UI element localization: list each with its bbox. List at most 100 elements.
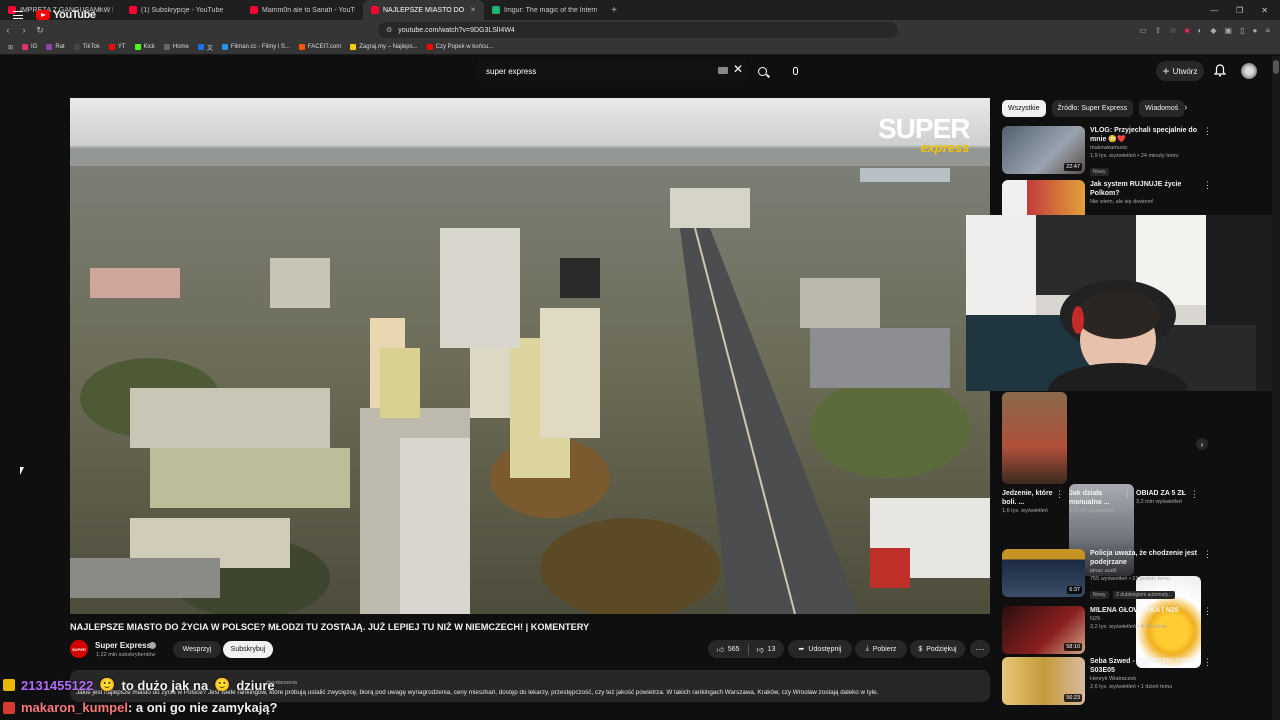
recommended-video[interactable]: 56:23 Seba Szwed - SZWEDZKI CYNK S03E05 … bbox=[1002, 657, 1212, 705]
more-options-icon[interactable]: ⋮ bbox=[1203, 606, 1212, 654]
channel-name[interactable]: makowkamusic bbox=[1090, 144, 1198, 152]
short-title[interactable]: OBIAD ZA 5 ZŁ bbox=[1136, 489, 1192, 498]
profile-icon[interactable]: ● bbox=[1252, 26, 1257, 35]
video-title[interactable]: MILENA GŁOWACKA | N29 bbox=[1090, 606, 1198, 615]
browser-tab[interactable]: Imgur: The magic of the Internet bbox=[484, 0, 605, 20]
dislike-count[interactable]: 13 bbox=[768, 646, 776, 653]
sidebar-icon[interactable]: ▯ bbox=[1240, 26, 1244, 35]
short-title[interactable]: Jak działa manualna ... bbox=[1069, 489, 1125, 507]
channel-name[interactable]: pinac audit bbox=[1090, 567, 1198, 575]
url-field[interactable]: ⚙ youtube.com/watch?v=9DG3LSlI4W4 bbox=[378, 22, 898, 38]
search-button[interactable] bbox=[750, 60, 774, 82]
minimize-icon[interactable]: — bbox=[1210, 6, 1218, 15]
hamburger-menu-icon[interactable] bbox=[13, 11, 23, 19]
video-title[interactable]: Policja uważa, że chodzenie jest podejrz… bbox=[1090, 549, 1198, 567]
create-button[interactable]: + Utwórz bbox=[1156, 61, 1204, 81]
channel-avatar[interactable]: SUPER bbox=[70, 640, 88, 658]
bookmark-item[interactable]: Filman.cc - Filmy i S... bbox=[221, 44, 290, 50]
close-window-icon[interactable]: ✕ bbox=[1261, 6, 1268, 15]
bookmark-item[interactable]: Home bbox=[163, 44, 189, 50]
extension-icon[interactable]: ◆ bbox=[1210, 26, 1216, 35]
bookmark-item[interactable]: FACEIT.com bbox=[298, 44, 341, 50]
more-options-icon[interactable]: ⋮ bbox=[1190, 489, 1199, 500]
short-info[interactable]: Jak działa manualna ... 4,9 mln wyświetl… bbox=[1069, 489, 1125, 515]
close-tab-icon[interactable]: ✕ bbox=[470, 6, 476, 14]
channel-name[interactable]: Super Express bbox=[95, 641, 151, 650]
short-info[interactable]: Jedzenie, które boli. ... 1,6 tys. wyświ… bbox=[1002, 489, 1062, 515]
more-options-icon[interactable]: ⋮ bbox=[1203, 549, 1212, 601]
clear-search-icon[interactable]: ✕ bbox=[733, 62, 743, 76]
maximize-icon[interactable]: ❐ bbox=[1236, 6, 1243, 15]
chip-source[interactable]: Źródło: Super Express bbox=[1051, 100, 1134, 117]
bookmark-item[interactable]: Zagraj.my – Najleps... bbox=[350, 44, 418, 50]
reload-icon[interactable]: ↻ bbox=[32, 25, 48, 36]
more-options-icon[interactable]: ⋮ bbox=[1203, 657, 1212, 705]
extension-icon[interactable]: ▣ bbox=[1225, 26, 1233, 35]
bookmark-item[interactable]: Rat bbox=[46, 44, 65, 50]
like-count[interactable]: 565 bbox=[728, 646, 740, 653]
browser-tab-active[interactable]: NAJLEPSZE MIASTO DO ŻYCIA ✕ bbox=[363, 0, 484, 20]
download-button[interactable]: ⤓ Pobierz bbox=[855, 640, 907, 658]
channel-name[interactable]: Nie wiem, ale się dowiem! bbox=[1090, 198, 1198, 206]
extension-icon[interactable]: ◐ bbox=[1198, 26, 1203, 35]
video-title[interactable]: Jak system RUJNUJE życie Polkom? bbox=[1090, 180, 1198, 198]
video-thumbnail[interactable]: 56:23 bbox=[1002, 657, 1085, 705]
support-button[interactable]: Wesprzyj bbox=[173, 641, 221, 658]
video-player[interactable] bbox=[70, 98, 990, 614]
bookmark-item[interactable]: Kick bbox=[134, 44, 155, 50]
dislike-icon[interactable]: 👎︎ bbox=[757, 645, 764, 654]
like-icon[interactable]: 👍︎ bbox=[717, 645, 724, 654]
apps-grid-icon[interactable]: ⊞ bbox=[8, 44, 13, 51]
video-thumbnail[interactable] bbox=[1002, 180, 1085, 215]
cast-icon[interactable]: ▭ bbox=[1139, 26, 1147, 35]
browser-tab[interactable]: Mamm0n ale to Sanah - YouTube bbox=[242, 0, 363, 20]
back-icon[interactable]: ‹ bbox=[0, 25, 16, 35]
voice-search-button[interactable] bbox=[787, 62, 803, 80]
bookmark-item[interactable]: IG bbox=[22, 44, 37, 50]
youtube-logo[interactable]: YouTube PL bbox=[36, 8, 105, 21]
video-thumbnail[interactable]: 6:37 bbox=[1002, 549, 1085, 597]
video-thumbnail[interactable]: 58:10 bbox=[1002, 606, 1085, 654]
more-options-icon[interactable]: ⋮ bbox=[1203, 126, 1212, 178]
extension-icon[interactable]: ■ bbox=[1185, 26, 1190, 35]
site-info-icon[interactable]: ⚙ bbox=[386, 26, 392, 34]
new-tab-button[interactable]: + bbox=[605, 5, 623, 16]
bookmark-item[interactable]: YT bbox=[108, 44, 126, 50]
chip-news[interactable]: Wiadomoś bbox=[1139, 100, 1185, 117]
recommended-video[interactable]: 58:10 MILENA GŁOWACKA | N29 N29 3,2 tys.… bbox=[1002, 606, 1212, 654]
thanks-button[interactable]: $ Podziękuj bbox=[910, 640, 965, 658]
keyboard-icon[interactable] bbox=[718, 67, 728, 74]
account-avatar[interactable] bbox=[1241, 63, 1257, 79]
bookmark-item[interactable]: TikTok bbox=[73, 44, 100, 50]
browser-menu-icon[interactable]: ≡ bbox=[1265, 26, 1270, 35]
chevron-right-icon[interactable]: › bbox=[1196, 438, 1208, 450]
bookmark-item[interactable]: Czy Popek w końcu... bbox=[426, 44, 493, 50]
page-scrollbar[interactable] bbox=[1272, 56, 1280, 720]
browser-tab[interactable]: (1) Subskrypcje - YouTube bbox=[121, 0, 242, 20]
scrollbar-thumb[interactable] bbox=[1273, 60, 1279, 74]
share-button[interactable]: ➦ Udostępnij bbox=[788, 640, 852, 658]
share-page-icon[interactable]: ⇪ bbox=[1155, 26, 1162, 35]
more-options-icon[interactable]: ⋮ bbox=[1123, 489, 1132, 500]
forward-icon[interactable]: › bbox=[16, 25, 32, 35]
chevron-right-icon[interactable]: › bbox=[1184, 102, 1187, 113]
video-thumbnail[interactable]: 22:47 bbox=[1002, 126, 1085, 174]
recommended-video[interactable]: Jak system RUJNUJE życie Polkom? Nie wie… bbox=[1002, 180, 1212, 215]
bookmark-item[interactable]: 文 bbox=[197, 43, 213, 52]
channel-name[interactable]: Henryk Wiatraczek bbox=[1090, 675, 1198, 683]
short-title[interactable]: Jedzenie, które boli. ... bbox=[1002, 489, 1062, 507]
subscribe-button[interactable]: Subskrybuj bbox=[223, 641, 273, 658]
recommended-video[interactable]: 22:47 VLOG: Przyjechali specjalnie do mn… bbox=[1002, 126, 1212, 178]
more-options-icon[interactable]: ⋮ bbox=[1055, 489, 1064, 500]
recommended-video[interactable]: 6:37 Policja uważa, że chodzenie jest po… bbox=[1002, 549, 1212, 601]
search-input[interactable] bbox=[478, 60, 746, 82]
more-actions-icon[interactable]: ⋯ bbox=[970, 640, 990, 658]
channel-name[interactable]: N29 bbox=[1090, 615, 1198, 623]
short-thumbnail[interactable] bbox=[1002, 392, 1067, 484]
more-options-icon[interactable]: ⋮ bbox=[1203, 180, 1212, 215]
notifications-bell-icon[interactable] bbox=[1214, 64, 1226, 77]
bookmark-star-icon[interactable]: ☆ bbox=[1170, 26, 1177, 35]
video-title[interactable]: VLOG: Przyjechali specjalnie do mnie 😳❤️ bbox=[1090, 126, 1198, 144]
short-info[interactable]: OBIAD ZA 5 ZŁ 3,2 mln wyświetleń bbox=[1136, 489, 1192, 506]
chip-all[interactable]: Wszystkie bbox=[1002, 100, 1046, 117]
